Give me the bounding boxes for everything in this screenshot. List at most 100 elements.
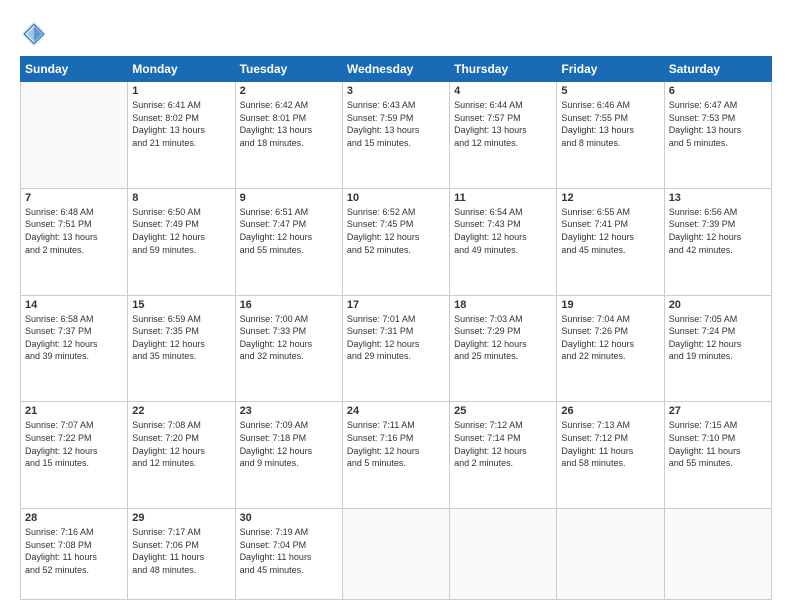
day-info: Sunrise: 6:42 AM Sunset: 8:01 PM Dayligh… — [240, 99, 338, 149]
day-number: 7 — [25, 192, 123, 204]
day-info: Sunrise: 7:13 AM Sunset: 7:12 PM Dayligh… — [561, 419, 659, 469]
day-info: Sunrise: 6:48 AM Sunset: 7:51 PM Dayligh… — [25, 206, 123, 256]
day-cell: 29 Sunrise: 7:17 AM Sunset: 7:06 PM Dayli… — [128, 509, 235, 600]
weekday-header-tuesday: Tuesday — [235, 57, 342, 82]
day-number: 13 — [669, 192, 767, 204]
header — [20, 16, 772, 48]
day-cell — [450, 509, 557, 600]
week-row-4: 21 Sunrise: 7:07 AM Sunset: 7:22 PM Dayli… — [21, 402, 772, 509]
day-number: 16 — [240, 299, 338, 311]
day-cell: 10Sunrise: 6:52 AM Sunset: 7:45 PM Dayli… — [342, 188, 449, 295]
day-number: 9 — [240, 192, 338, 204]
day-number: 29 — [132, 512, 230, 524]
day-cell: 16 Sunrise: 7:00 AM Sunset: 7:33 PM Dayli… — [235, 295, 342, 402]
day-number: 17 — [347, 299, 445, 311]
day-info: Sunrise: 7:19 AM Sunset: 7:04 PM Dayligh… — [240, 526, 338, 576]
logo-icon — [20, 20, 48, 48]
day-number: 12 — [561, 192, 659, 204]
calendar-table: SundayMondayTuesdayWednesdayThursdayFrid… — [20, 56, 772, 600]
day-number: 11 — [454, 192, 552, 204]
day-cell — [342, 509, 449, 600]
day-number: 22 — [132, 405, 230, 417]
week-row-3: 14 Sunrise: 6:58 AM Sunset: 7:37 PM Dayli… — [21, 295, 772, 402]
day-number: 24 — [347, 405, 445, 417]
day-info: Sunrise: 7:05 AM Sunset: 7:24 PM Dayligh… — [669, 313, 767, 363]
day-cell: 1 Sunrise: 6:41 AM Sunset: 8:02 PM Daylig… — [128, 82, 235, 189]
day-cell: 7 Sunrise: 6:48 AM Sunset: 7:51 PM Daylig… — [21, 188, 128, 295]
day-info: Sunrise: 6:58 AM Sunset: 7:37 PM Dayligh… — [25, 313, 123, 363]
day-cell: 3 Sunrise: 6:43 AM Sunset: 7:59 PM Daylig… — [342, 82, 449, 189]
day-number: 2 — [240, 85, 338, 97]
day-cell — [664, 509, 771, 600]
day-info: Sunrise: 6:47 AM Sunset: 7:53 PM Dayligh… — [669, 99, 767, 149]
day-cell: 22 Sunrise: 7:08 AM Sunset: 7:20 PM Dayli… — [128, 402, 235, 509]
day-number: 8 — [132, 192, 230, 204]
day-cell: 18 Sunrise: 7:03 AM Sunset: 7:29 PM Dayli… — [450, 295, 557, 402]
day-cell: 9 Sunrise: 6:51 AM Sunset: 7:47 PM Daylig… — [235, 188, 342, 295]
day-info: Sunrise: 7:04 AM Sunset: 7:26 PM Dayligh… — [561, 313, 659, 363]
day-number: 5 — [561, 85, 659, 97]
day-info: Sunrise: 6:44 AM Sunset: 7:57 PM Dayligh… — [454, 99, 552, 149]
day-number: 23 — [240, 405, 338, 417]
day-number: 20 — [669, 299, 767, 311]
day-number: 6 — [669, 85, 767, 97]
day-cell: 15 Sunrise: 6:59 AM Sunset: 7:35 PM Dayli… — [128, 295, 235, 402]
weekday-header-saturday: Saturday — [664, 57, 771, 82]
day-number: 26 — [561, 405, 659, 417]
day-info: Sunrise: 7:03 AM Sunset: 7:29 PM Dayligh… — [454, 313, 552, 363]
day-info: Sunrise: 6:52 AM Sunset: 7:45 PM Dayligh… — [347, 206, 445, 256]
day-info: Sunrise: 6:51 AM Sunset: 7:47 PM Dayligh… — [240, 206, 338, 256]
day-cell: 26 Sunrise: 7:13 AM Sunset: 7:12 PM Dayli… — [557, 402, 664, 509]
weekday-header-wednesday: Wednesday — [342, 57, 449, 82]
day-info: Sunrise: 7:16 AM Sunset: 7:08 PM Dayligh… — [25, 526, 123, 576]
day-info: Sunrise: 7:11 AM Sunset: 7:16 PM Dayligh… — [347, 419, 445, 469]
day-info: Sunrise: 7:00 AM Sunset: 7:33 PM Dayligh… — [240, 313, 338, 363]
day-cell: 23 Sunrise: 7:09 AM Sunset: 7:18 PM Dayli… — [235, 402, 342, 509]
day-number: 15 — [132, 299, 230, 311]
day-info: Sunrise: 6:55 AM Sunset: 7:41 PM Dayligh… — [561, 206, 659, 256]
weekday-header-row: SundayMondayTuesdayWednesdayThursdayFrid… — [21, 57, 772, 82]
day-number: 25 — [454, 405, 552, 417]
day-number: 14 — [25, 299, 123, 311]
day-cell: 24 Sunrise: 7:11 AM Sunset: 7:16 PM Dayli… — [342, 402, 449, 509]
day-info: Sunrise: 6:41 AM Sunset: 8:02 PM Dayligh… — [132, 99, 230, 149]
day-info: Sunrise: 6:43 AM Sunset: 7:59 PM Dayligh… — [347, 99, 445, 149]
day-info: Sunrise: 6:50 AM Sunset: 7:49 PM Dayligh… — [132, 206, 230, 256]
day-info: Sunrise: 6:59 AM Sunset: 7:35 PM Dayligh… — [132, 313, 230, 363]
day-cell: 12 Sunrise: 6:55 AM Sunset: 7:41 PM Dayli… — [557, 188, 664, 295]
day-info: Sunrise: 7:08 AM Sunset: 7:20 PM Dayligh… — [132, 419, 230, 469]
day-cell: 21 Sunrise: 7:07 AM Sunset: 7:22 PM Dayli… — [21, 402, 128, 509]
day-cell: 4 Sunrise: 6:44 AM Sunset: 7:57 PM Daylig… — [450, 82, 557, 189]
day-cell: 5 Sunrise: 6:46 AM Sunset: 7:55 PM Daylig… — [557, 82, 664, 189]
day-cell: 8 Sunrise: 6:50 AM Sunset: 7:49 PM Daylig… — [128, 188, 235, 295]
weekday-header-sunday: Sunday — [21, 57, 128, 82]
day-info: Sunrise: 7:01 AM Sunset: 7:31 PM Dayligh… — [347, 313, 445, 363]
weekday-header-monday: Monday — [128, 57, 235, 82]
day-cell: 25 Sunrise: 7:12 AM Sunset: 7:14 PM Dayli… — [450, 402, 557, 509]
day-number: 3 — [347, 85, 445, 97]
day-info: Sunrise: 6:46 AM Sunset: 7:55 PM Dayligh… — [561, 99, 659, 149]
day-number: 18 — [454, 299, 552, 311]
page: SundayMondayTuesdayWednesdayThursdayFrid… — [0, 0, 792, 612]
day-number: 19 — [561, 299, 659, 311]
week-row-5: 28Sunrise: 7:16 AM Sunset: 7:08 PM Dayli… — [21, 509, 772, 600]
day-cell — [557, 509, 664, 600]
day-number: 4 — [454, 85, 552, 97]
day-info: Sunrise: 7:12 AM Sunset: 7:14 PM Dayligh… — [454, 419, 552, 469]
day-info: Sunrise: 7:09 AM Sunset: 7:18 PM Dayligh… — [240, 419, 338, 469]
week-row-2: 7 Sunrise: 6:48 AM Sunset: 7:51 PM Daylig… — [21, 188, 772, 295]
day-number: 30 — [240, 512, 338, 524]
day-number: 1 — [132, 85, 230, 97]
day-cell: 27Sunrise: 7:15 AM Sunset: 7:10 PM Dayli… — [664, 402, 771, 509]
day-cell: 19 Sunrise: 7:04 AM Sunset: 7:26 PM Dayli… — [557, 295, 664, 402]
day-cell: 28Sunrise: 7:16 AM Sunset: 7:08 PM Dayli… — [21, 509, 128, 600]
day-number: 21 — [25, 405, 123, 417]
day-cell: 30 Sunrise: 7:19 AM Sunset: 7:04 PM Dayli… — [235, 509, 342, 600]
day-cell: 13Sunrise: 6:56 AM Sunset: 7:39 PM Dayli… — [664, 188, 771, 295]
day-cell — [21, 82, 128, 189]
day-cell: 11Sunrise: 6:54 AM Sunset: 7:43 PM Dayli… — [450, 188, 557, 295]
logo — [20, 20, 52, 48]
day-cell: 17 Sunrise: 7:01 AM Sunset: 7:31 PM Dayli… — [342, 295, 449, 402]
day-info: Sunrise: 7:17 AM Sunset: 7:06 PM Dayligh… — [132, 526, 230, 576]
day-info: Sunrise: 7:07 AM Sunset: 7:22 PM Dayligh… — [25, 419, 123, 469]
